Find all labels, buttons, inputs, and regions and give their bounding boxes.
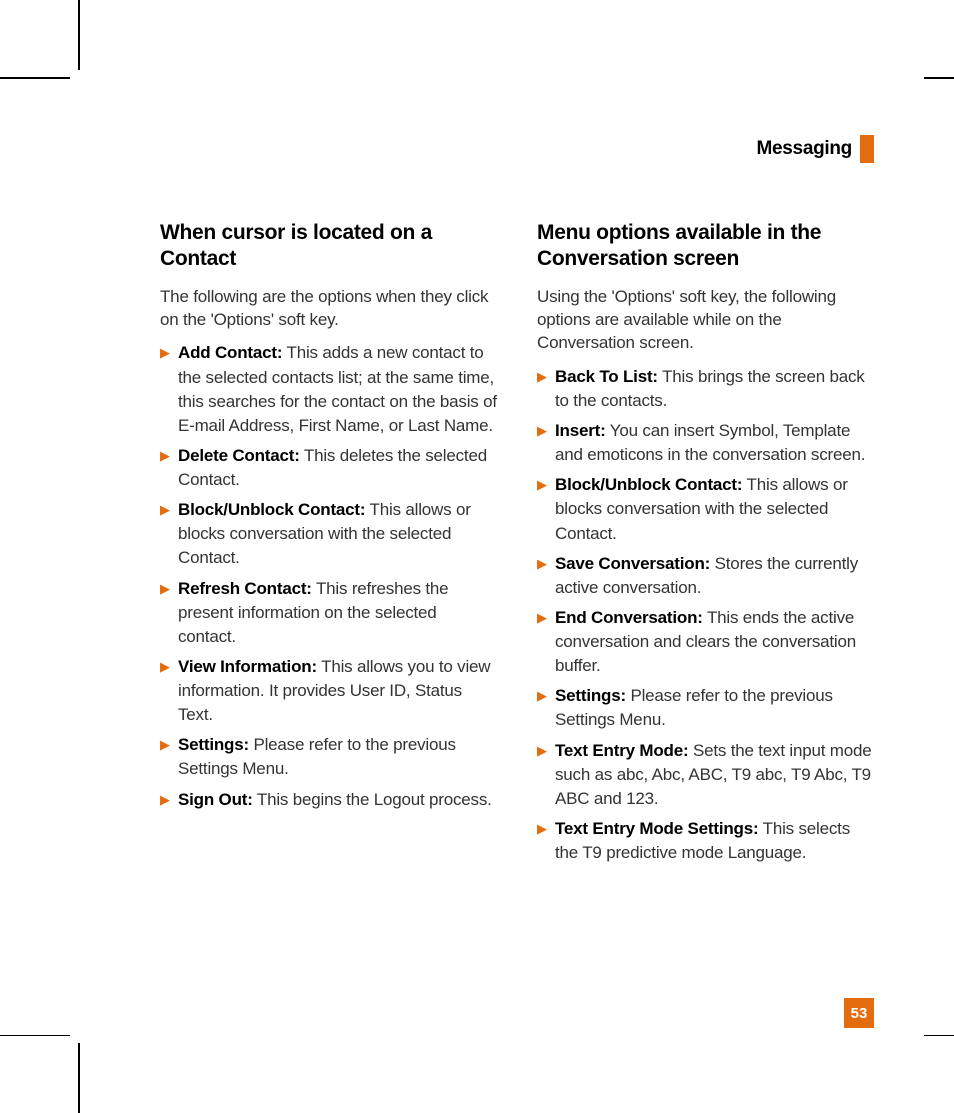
list-item-label: Save Conversation: — [555, 554, 710, 573]
list-item: ▶ Sign Out: This begins the Logout proces… — [160, 788, 497, 812]
list-item-body: Insert: You can insert Symbol, Template … — [553, 419, 874, 467]
triangle-bullet-icon: ▶ — [537, 684, 547, 707]
triangle-bullet-icon: ▶ — [537, 739, 547, 762]
list-item-body: Refresh Contact: This refreshes the pres… — [176, 577, 497, 649]
list-item-label: Sign Out: — [178, 790, 253, 809]
list-item-label: Settings: — [555, 686, 626, 705]
section-heading-right: Menu options available in the Conversati… — [537, 220, 874, 273]
list-item-label: Block/Unblock Contact: — [178, 500, 365, 519]
list-item: ▶ Block/Unblock Contact: This allows or b… — [537, 473, 874, 545]
list-item: ▶ Block/Unblock Contact: This allows or b… — [160, 498, 497, 570]
crop-mark — [0, 77, 70, 79]
list-item-label: Settings: — [178, 735, 249, 754]
triangle-bullet-icon: ▶ — [160, 341, 170, 364]
left-column: When cursor is located on a Contact The … — [160, 220, 497, 871]
triangle-bullet-icon: ▶ — [537, 606, 547, 629]
triangle-bullet-icon: ▶ — [537, 552, 547, 575]
list-item-body: Text Entry Mode: Sets the text input mod… — [553, 739, 874, 811]
list-item: ▶ Settings: Please refer to the previous … — [160, 733, 497, 781]
list-item-body: End Conversation: This ends the active c… — [553, 606, 874, 678]
triangle-bullet-icon: ▶ — [160, 655, 170, 678]
crop-mark — [924, 1035, 954, 1037]
list-item: ▶ End Conversation: This ends the active … — [537, 606, 874, 678]
list-item-label: Insert: — [555, 421, 606, 440]
section-intro-right: Using the 'Options' soft key, the follow… — [537, 285, 874, 355]
list-item-body: Block/Unblock Contact: This allows or bl… — [553, 473, 874, 545]
list-item-text: This begins the Logout process. — [253, 790, 492, 809]
list-item: ▶ Delete Contact: This deletes the select… — [160, 444, 497, 492]
triangle-bullet-icon: ▶ — [160, 444, 170, 467]
crop-mark — [924, 77, 954, 79]
triangle-bullet-icon: ▶ — [160, 498, 170, 521]
triangle-bullet-icon: ▶ — [160, 577, 170, 600]
triangle-bullet-icon: ▶ — [537, 817, 547, 840]
list-item-body: Delete Contact: This deletes the selecte… — [176, 444, 497, 492]
page-header: Messaging — [757, 135, 875, 163]
triangle-bullet-icon: ▶ — [537, 419, 547, 442]
options-list-left: ▶ Add Contact: This adds a new contact to… — [160, 341, 497, 811]
list-item-label: End Conversation: — [555, 608, 703, 627]
list-item-label: Text Entry Mode Settings: — [555, 819, 758, 838]
list-item-body: Back To List: This brings the screen bac… — [553, 365, 874, 413]
list-item-body: Text Entry Mode Settings: This selects t… — [553, 817, 874, 865]
list-item-body: Block/Unblock Contact: This allows or bl… — [176, 498, 497, 570]
list-item-body: Settings: Please refer to the previous S… — [176, 733, 497, 781]
list-item: ▶ Text Entry Mode Settings: This selects … — [537, 817, 874, 865]
list-item-body: Sign Out: This begins the Logout process… — [176, 788, 492, 812]
header-accent-block — [860, 135, 874, 163]
list-item-body: Settings: Please refer to the previous S… — [553, 684, 874, 732]
triangle-bullet-icon: ▶ — [537, 473, 547, 496]
section-intro-left: The following are the options when they … — [160, 285, 497, 332]
list-item-label: Add Contact: — [178, 343, 282, 362]
list-item-body: View Information: This allows you to vie… — [176, 655, 497, 727]
triangle-bullet-icon: ▶ — [160, 788, 170, 811]
page-number: 53 — [844, 998, 874, 1028]
list-item: ▶ Back To List: This brings the screen ba… — [537, 365, 874, 413]
list-item: ▶ Settings: Please refer to the previous … — [537, 684, 874, 732]
crop-mark — [0, 1035, 70, 1037]
list-item-label: Back To List: — [555, 367, 658, 386]
triangle-bullet-icon: ▶ — [160, 733, 170, 756]
list-item-label: Delete Contact: — [178, 446, 300, 465]
list-item: ▶ Text Entry Mode: Sets the text input mo… — [537, 739, 874, 811]
list-item-label: Block/Unblock Contact: — [555, 475, 742, 494]
list-item: ▶ View Information: This allows you to vi… — [160, 655, 497, 727]
list-item-label: View Information: — [178, 657, 317, 676]
list-item: ▶ Add Contact: This adds a new contact to… — [160, 341, 497, 438]
list-item-label: Text Entry Mode: — [555, 741, 688, 760]
content-columns: When cursor is located on a Contact The … — [160, 220, 874, 871]
list-item: ▶ Insert: You can insert Symbol, Template… — [537, 419, 874, 467]
options-list-right: ▶ Back To List: This brings the screen ba… — [537, 365, 874, 865]
list-item-label: Refresh Contact: — [178, 579, 312, 598]
crop-mark — [78, 0, 80, 70]
list-item-body: Add Contact: This adds a new contact to … — [176, 341, 497, 438]
crop-mark — [78, 1043, 80, 1113]
right-column: Menu options available in the Conversati… — [537, 220, 874, 871]
list-item: ▶ Refresh Contact: This refreshes the pre… — [160, 577, 497, 649]
triangle-bullet-icon: ▶ — [537, 365, 547, 388]
list-item-body: Save Conversation: Stores the currently … — [553, 552, 874, 600]
page-header-title: Messaging — [757, 138, 853, 160]
section-heading-left: When cursor is located on a Contact — [160, 220, 497, 273]
list-item: ▶ Save Conversation: Stores the currently… — [537, 552, 874, 600]
page-container: Messaging When cursor is located on a Co… — [80, 80, 924, 1033]
